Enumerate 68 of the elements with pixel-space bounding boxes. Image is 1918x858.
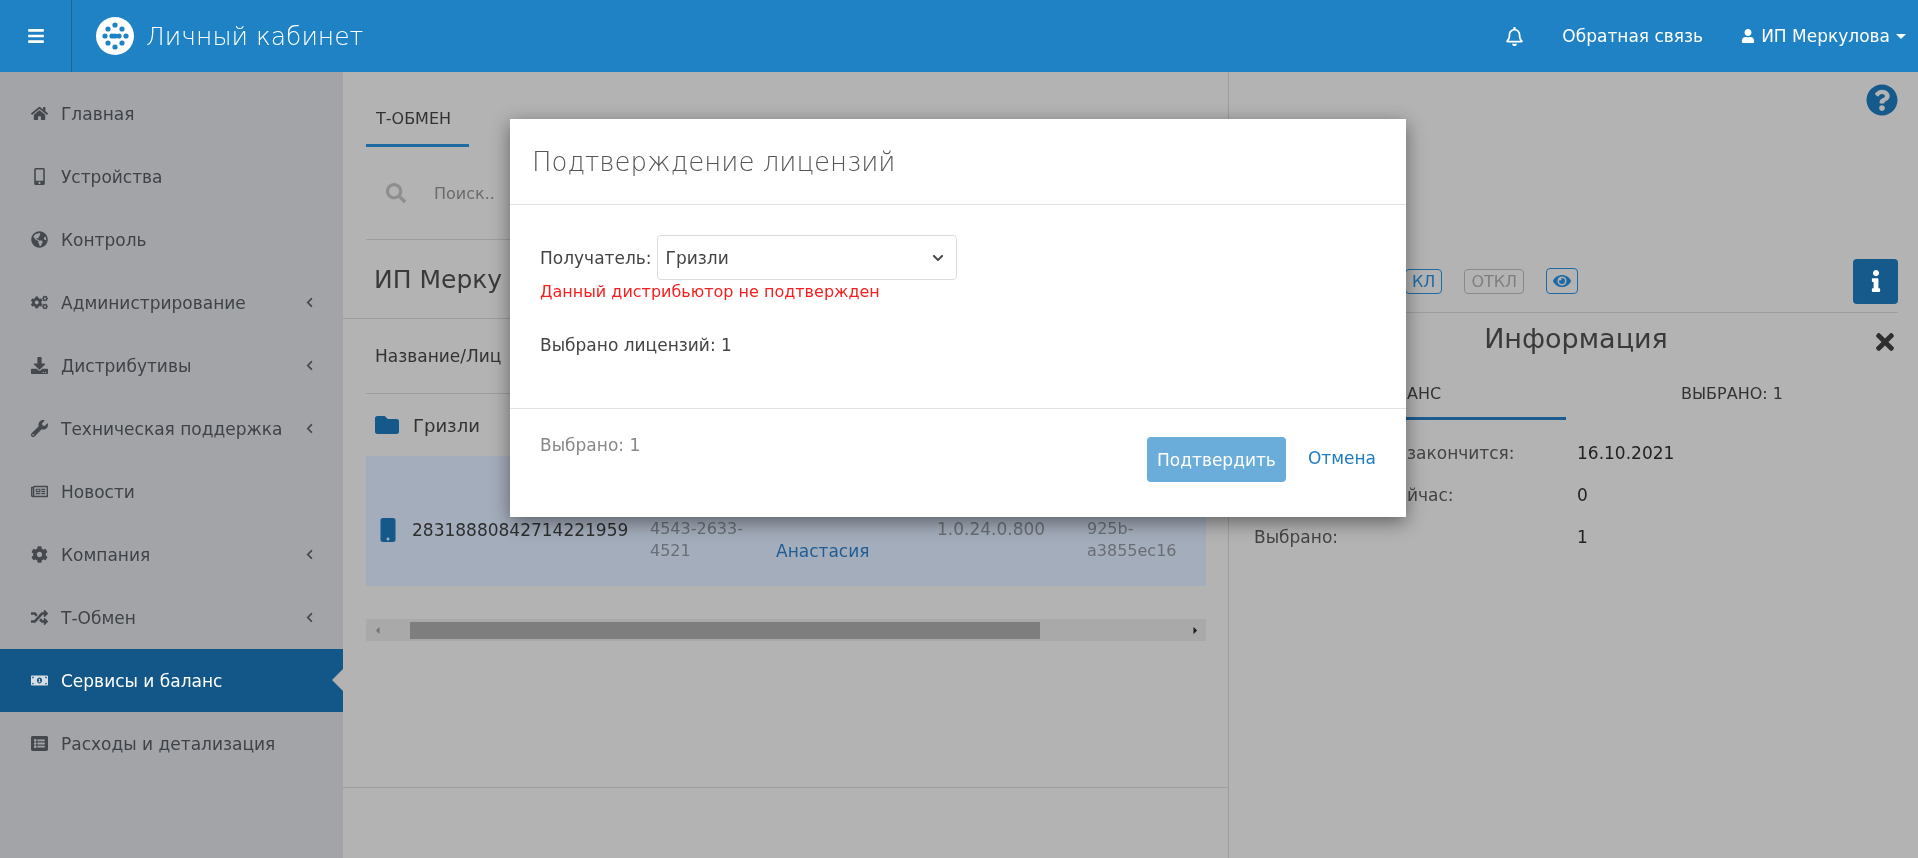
info-label: йчас: bbox=[1407, 485, 1455, 505]
eye-button[interactable] bbox=[1546, 268, 1579, 294]
table-cell: 28318880842714221959 bbox=[412, 520, 629, 540]
sidebar-item[interactable]: Главная bbox=[0, 82, 343, 145]
recipient-select[interactable]: Гризли bbox=[656, 235, 957, 280]
sidebar-item[interactable]: Дистрибутивы bbox=[0, 334, 343, 397]
license-count: Выбрано лицензий: 1 bbox=[540, 335, 733, 355]
sidebar-item[interactable]: Компания bbox=[0, 523, 343, 586]
info-value: 16.10.2021 bbox=[1577, 443, 1676, 463]
user-icon bbox=[1741, 29, 1756, 43]
shuffle-icon bbox=[29, 609, 49, 626]
sidebar-item[interactable]: Техническая поддержка bbox=[0, 397, 343, 460]
wrench-icon bbox=[29, 420, 49, 437]
search-field[interactable]: Поиск.. bbox=[434, 183, 495, 203]
chevron-icon bbox=[304, 297, 315, 308]
table-cell-text: 1.0.24.0.800 bbox=[937, 518, 1047, 541]
info-button[interactable] bbox=[1853, 258, 1898, 304]
info-label: Выбрано: bbox=[1254, 527, 1340, 547]
list-icon bbox=[29, 735, 49, 752]
help-icon[interactable] bbox=[1866, 84, 1898, 116]
info-value: 1 bbox=[1577, 527, 1589, 547]
caret-icon bbox=[1896, 33, 1906, 39]
home-icon bbox=[29, 105, 49, 122]
sidebar-item[interactable]: Новости bbox=[0, 460, 343, 523]
globe-icon bbox=[29, 231, 49, 248]
tab[interactable]: ВЫБРАНО: 1 bbox=[1566, 372, 1898, 420]
table-cell-text: 4543-2633-4521 bbox=[650, 518, 744, 562]
sidebar-item[interactable]: Контроль bbox=[0, 208, 343, 271]
column-header: Название/Лиц bbox=[375, 346, 502, 366]
info-label: закончится: bbox=[1407, 443, 1516, 463]
page-title: ИП Мерку bbox=[374, 264, 503, 294]
sidebar-item[interactable]: Т-Обмен bbox=[0, 586, 343, 649]
info-value: 0 bbox=[1577, 485, 1589, 505]
field-label: Получатель: bbox=[540, 247, 652, 268]
cancel-link[interactable]: Отмена bbox=[1307, 448, 1376, 468]
table-cell-text: 925b-a3855ec16 bbox=[1087, 518, 1178, 562]
horizontal-scrollbar[interactable] bbox=[366, 619, 1206, 641]
chevron-icon bbox=[304, 612, 315, 623]
user-link[interactable]: Анастасия bbox=[776, 541, 870, 561]
sidebar-item[interactable]: Сервисы и баланс bbox=[0, 649, 343, 712]
gears-icon bbox=[29, 294, 49, 311]
panel-title: Информация bbox=[1484, 323, 1668, 354]
gear-icon bbox=[29, 546, 49, 563]
chevron-icon bbox=[304, 360, 315, 371]
eye-icon bbox=[1553, 272, 1572, 290]
logo-icon bbox=[96, 17, 134, 55]
app-title: Личный кабинет bbox=[146, 21, 364, 51]
scrollbar-thumb[interactable] bbox=[410, 621, 1040, 639]
folder-name[interactable]: Гризли bbox=[413, 414, 480, 436]
error-message: Данный дистрибьютор не подтвержден bbox=[540, 282, 881, 301]
folder-icon bbox=[375, 413, 399, 437]
pointer-notch bbox=[332, 668, 344, 692]
sidebar-item[interactable]: Расходы и детализация bbox=[0, 712, 343, 775]
banknote-icon bbox=[29, 672, 49, 689]
chevron-icon bbox=[304, 423, 315, 434]
search-icon bbox=[386, 183, 406, 203]
newspaper-icon bbox=[29, 483, 49, 500]
feedback-link[interactable]: Обратная связь bbox=[1562, 26, 1704, 46]
download-icon bbox=[29, 357, 49, 374]
selected-count: Выбрано: 1 bbox=[540, 435, 641, 455]
chevron-icon bbox=[304, 549, 315, 560]
bell-icon[interactable] bbox=[1505, 26, 1525, 46]
menu-icon bbox=[26, 27, 45, 45]
sidebar-item[interactable]: Администрирование bbox=[0, 271, 343, 334]
tab[interactable]: Т-ОБМЕН bbox=[366, 109, 470, 147]
dialog-title: Подтверждение лицензий bbox=[532, 146, 896, 177]
sidebar-item[interactable]: Устройства bbox=[0, 145, 343, 208]
user-menu[interactable]: ИП Меркулова bbox=[1741, 26, 1906, 46]
